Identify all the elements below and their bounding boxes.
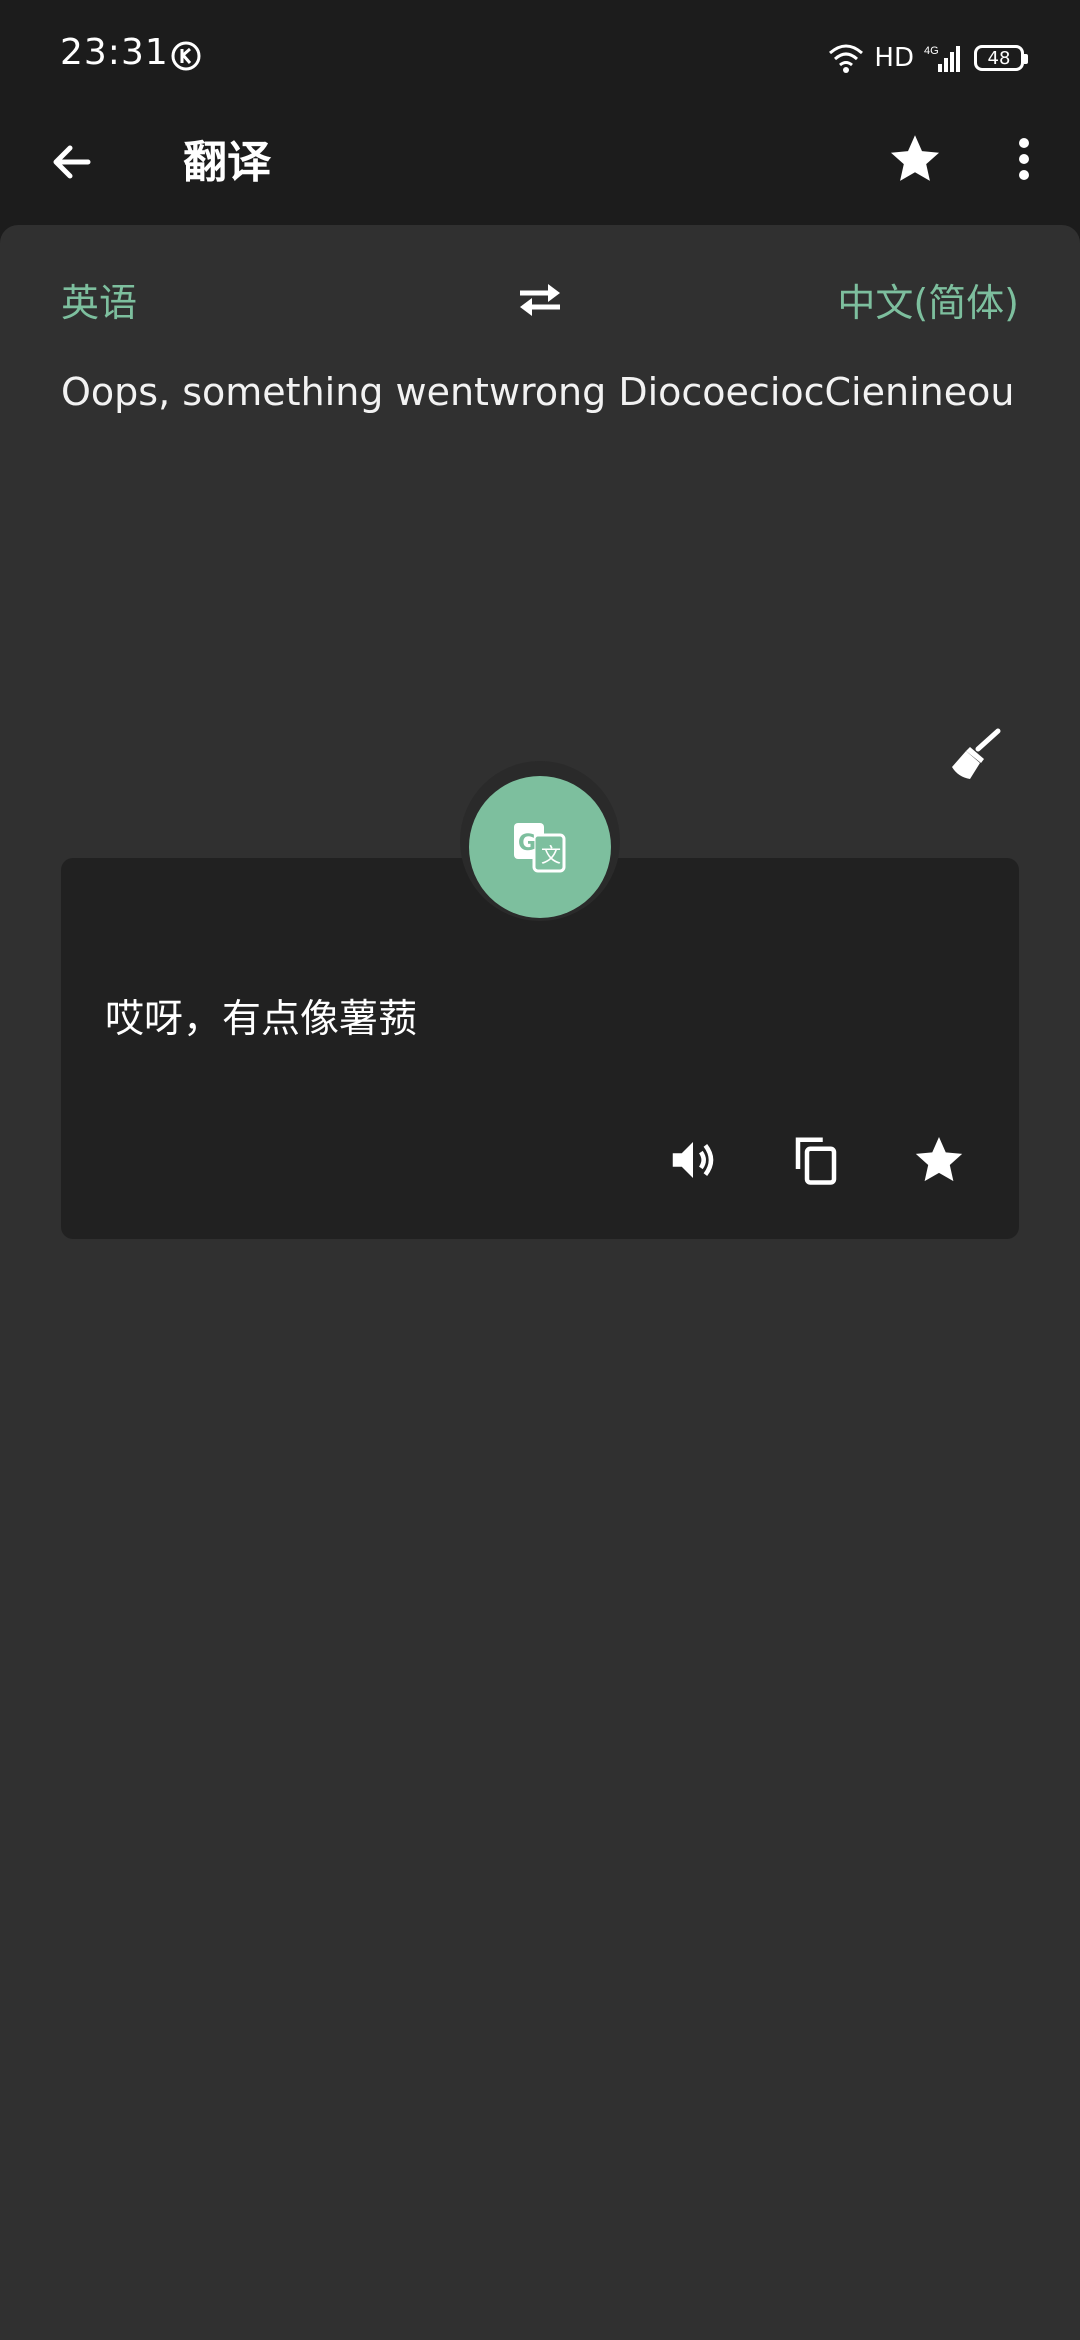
copy-icon <box>795 1137 837 1185</box>
wifi-icon <box>829 44 864 73</box>
broom-icon <box>952 728 1001 779</box>
save-translation-button[interactable] <box>909 1130 969 1190</box>
cellular-signal-icon: 4G <box>924 45 960 72</box>
status-icons: HD 4G 48 <box>828 38 1028 78</box>
source-language-selector[interactable]: 英语 <box>61 272 137 327</box>
translation-panel: 英语 中文(简体) Oops, something wentwrong Dioc… <box>0 225 1080 2340</box>
status-bar: 23:31 HD 4G 48 <box>0 0 1080 112</box>
svg-text:G: G <box>518 831 536 856</box>
more-vertical-icon <box>1019 138 1029 180</box>
source-text-input[interactable]: Oops, something wentwrong DiocoeciocCien… <box>61 370 1021 414</box>
star-icon <box>890 135 940 181</box>
volume-up-icon <box>672 1142 714 1178</box>
swap-arrows-icon <box>520 284 560 316</box>
translated-text: 哎呀，有点像薯蓣 <box>105 997 418 1042</box>
hd-indicator: HD <box>874 43 914 73</box>
favorites-button[interactable] <box>882 126 948 192</box>
more-options-button[interactable] <box>1000 126 1048 192</box>
app-bar: 翻译 <box>0 112 1080 224</box>
page-title: 翻译 <box>183 137 271 188</box>
speak-button[interactable] <box>663 1130 723 1190</box>
status-time: 23:31 <box>60 32 169 73</box>
target-language-selector[interactable]: 中文(简体) <box>837 272 1019 327</box>
copy-button[interactable] <box>786 1130 846 1190</box>
swap-languages-button[interactable] <box>512 275 568 325</box>
clear-input-button[interactable] <box>946 725 1006 785</box>
google-translate-icon: G 文 <box>514 823 566 873</box>
arrow-left-icon <box>53 145 91 179</box>
translate-button[interactable]: G 文 <box>469 776 611 918</box>
svg-text:4G: 4G <box>924 45 939 57</box>
svg-text:文: 文 <box>541 843 561 867</box>
battery-level: 48 <box>987 47 1011 69</box>
battery-icon: 48 <box>974 45 1028 71</box>
back-button[interactable] <box>40 130 104 194</box>
k-app-icon <box>171 41 201 71</box>
star-icon <box>915 1137 963 1182</box>
